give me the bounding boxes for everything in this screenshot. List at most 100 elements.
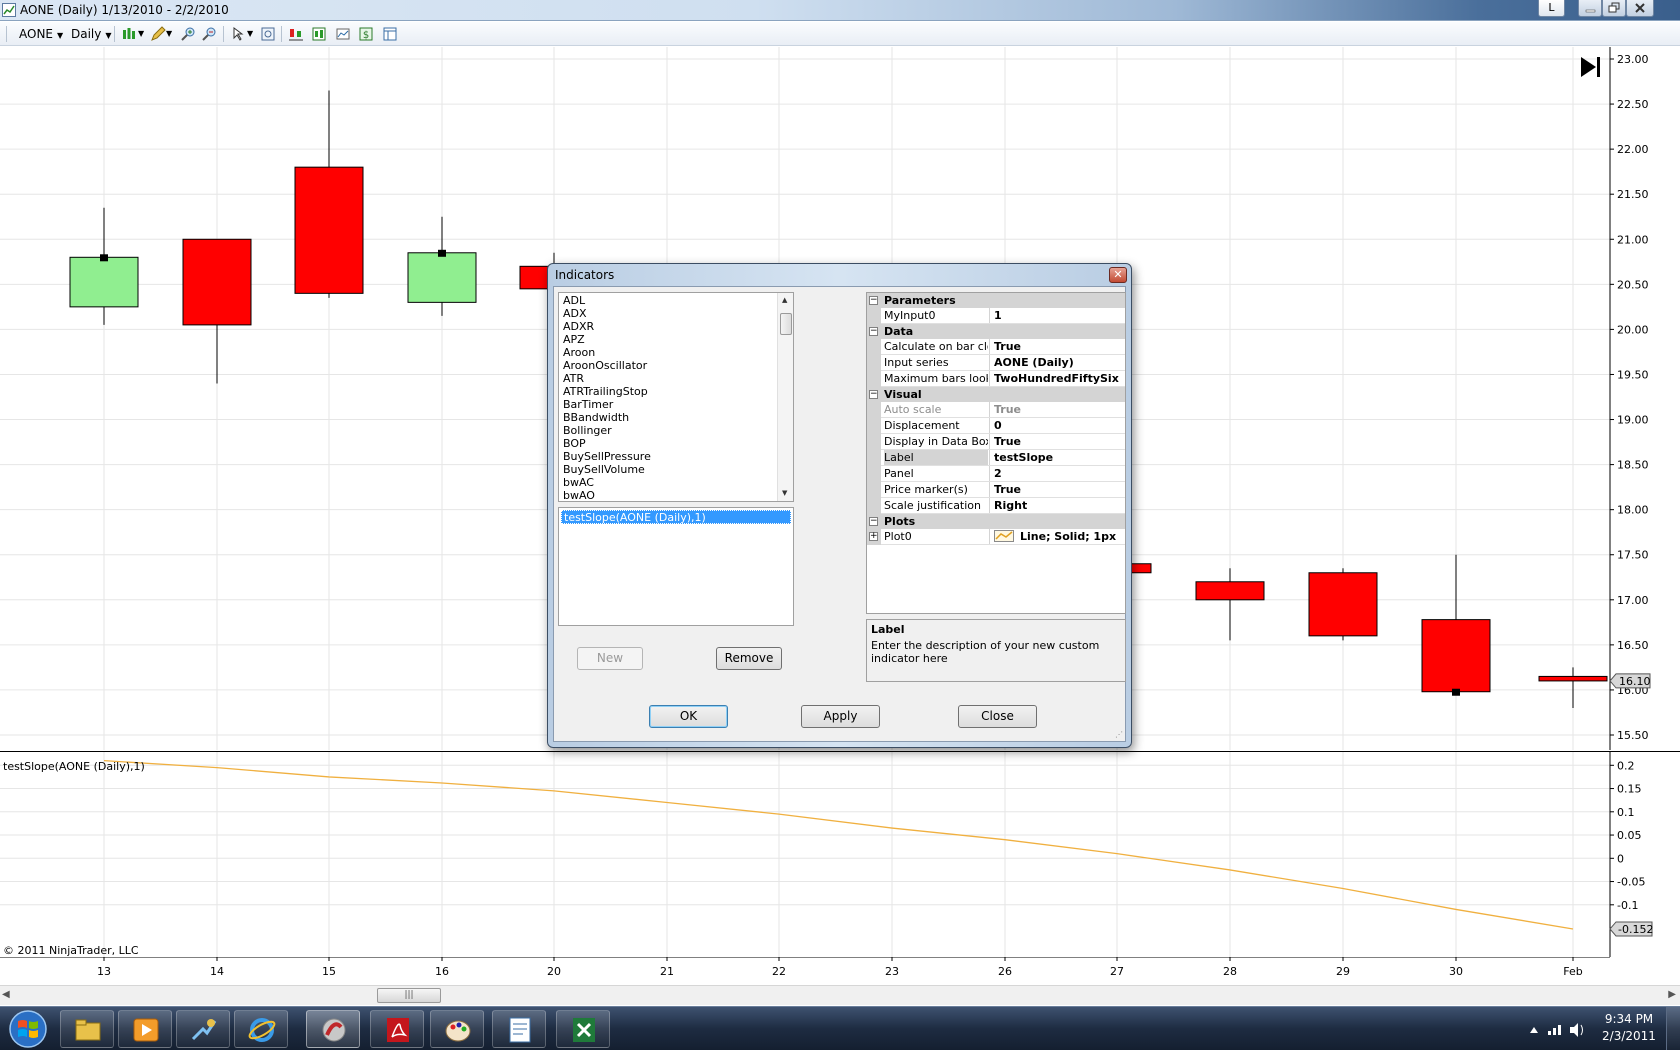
list-item[interactable]: Aroon — [563, 346, 773, 359]
instrument-selector[interactable]: AONE ▼ — [19, 26, 63, 42]
scroll-left-arrow-icon[interactable]: ◀ — [2, 989, 10, 1000]
property-row[interactable]: Calculate on bar closeTrue — [867, 339, 1125, 355]
taskbar-clock[interactable]: 9:34 PM 2/3/2011 — [1594, 1011, 1664, 1045]
property-row[interactable]: Scale justification Right — [867, 498, 1125, 514]
property-value[interactable]: 0 — [989, 418, 1125, 433]
property-value[interactable]: 2 — [989, 466, 1125, 481]
taskbar-internet-explorer[interactable] — [234, 1010, 288, 1048]
property-row[interactable]: Panel 2 — [867, 466, 1125, 482]
list-item[interactable]: BuySellPressure — [563, 450, 773, 463]
data-box-icon[interactable] — [335, 26, 351, 42]
property-value[interactable]: testSlope — [989, 450, 1125, 465]
properties-icon[interactable] — [260, 26, 276, 42]
property-value[interactable]: True — [989, 339, 1125, 354]
category-parameters[interactable]: − Parameters — [867, 293, 1125, 308]
new-button[interactable]: New — [577, 647, 643, 670]
property-row[interactable]: + Plot0 Line; Solid; 1px — [867, 529, 1125, 545]
dialog-close-button[interactable]: ✕ — [1109, 267, 1127, 283]
collapse-icon[interactable]: − — [869, 517, 878, 526]
scrollbar-thumb[interactable] — [780, 313, 792, 335]
list-item[interactable]: BBandwidth — [563, 411, 773, 424]
chevron-down-icon[interactable]: ▼ — [166, 26, 172, 42]
strategies-icon[interactable] — [311, 26, 327, 42]
time-axis[interactable]: 13 14 15 16 20 21 22 23 26 27 28 29 30 Feb — [0, 956, 1680, 985]
list-item[interactable]: Bollinger — [563, 424, 773, 437]
list-item[interactable]: ATRTrailingStop — [563, 385, 773, 398]
applied-indicator-item[interactable]: testSlope(AONE (Daily),1) — [561, 510, 791, 524]
taskbar-acrobat[interactable] — [370, 1010, 424, 1048]
taskbar-connect[interactable] — [176, 1010, 230, 1048]
available-indicators-list[interactable]: ADL ADX ADXR APZ Aroon AroonOscillator A… — [558, 292, 794, 502]
list-item[interactable]: ATR — [563, 372, 773, 385]
scroll-down-arrow-icon[interactable]: ▼ — [782, 489, 787, 497]
close-button[interactable]: Close — [958, 705, 1037, 728]
chart-style-icon[interactable] — [121, 26, 137, 42]
property-value[interactable]: True — [989, 434, 1125, 449]
taskbar-media-player[interactable] — [118, 1010, 172, 1048]
property-value[interactable]: TwoHundredFiftySix — [989, 371, 1125, 386]
property-value[interactable]: True — [989, 482, 1125, 497]
scrollbar-thumb[interactable]: ||| — [377, 988, 441, 1003]
property-value[interactable]: Line; Solid; 1px — [989, 529, 1125, 544]
collapse-icon[interactable]: − — [869, 296, 878, 305]
property-value[interactable]: Right — [989, 498, 1125, 513]
list-item[interactable]: bwAC — [563, 476, 773, 489]
jump-to-end-icon[interactable] — [1581, 57, 1600, 77]
list-item[interactable]: BOP — [563, 437, 773, 450]
indicators-icon[interactable] — [288, 26, 304, 42]
window-close-button[interactable] — [1626, 0, 1654, 17]
list-item[interactable]: ADXR — [563, 320, 773, 333]
chart-horizontal-scrollbar[interactable]: ◀ ||| ▶ — [0, 985, 1680, 1005]
zoom-in-icon[interactable] — [180, 26, 196, 42]
crosshair-icon[interactable] — [230, 26, 246, 42]
taskbar-file-explorer[interactable] — [60, 1010, 114, 1048]
list-item[interactable]: APZ — [563, 333, 773, 346]
property-row-selected[interactable]: Label testSlope — [867, 450, 1125, 466]
list-scrollbar[interactable]: ▲ ▼ — [777, 293, 793, 501]
scroll-up-arrow-icon[interactable]: ▲ — [782, 296, 787, 304]
show-desktop-button[interactable] — [1666, 1007, 1680, 1050]
list-item[interactable]: bwAO — [563, 489, 773, 502]
zoom-out-icon[interactable] — [201, 26, 217, 42]
list-item[interactable]: BarTimer — [563, 398, 773, 411]
property-row[interactable]: Display in Data Box True — [867, 434, 1125, 450]
indicator-panel[interactable]: 0.2 0.15 0.1 0.05 0 -0.05 -0.1 -0.152 testSlope(… — [0, 751, 1680, 957]
chevron-down-icon[interactable]: ▼ — [247, 26, 253, 42]
property-row[interactable]: Auto scale True — [867, 402, 1125, 418]
list-item[interactable]: AroonOscillator — [563, 359, 773, 372]
list-item[interactable]: ADX — [563, 307, 773, 320]
list-item[interactable]: BuySellVolume — [563, 463, 773, 476]
chevron-down-icon[interactable]: ▼ — [138, 26, 144, 42]
collapse-icon[interactable]: − — [869, 327, 878, 336]
scroll-right-arrow-icon[interactable]: ▶ — [1668, 989, 1676, 1000]
property-row[interactable]: Input series AONE (Daily) — [867, 355, 1125, 371]
interval-selector[interactable]: Daily ▼ — [71, 26, 112, 42]
apply-button[interactable]: Apply — [801, 705, 880, 728]
property-row[interactable]: Displacement 0 — [867, 418, 1125, 434]
minimize-button[interactable] — [1578, 0, 1602, 17]
list-item[interactable]: ADL — [563, 294, 773, 307]
layout-icon[interactable] — [382, 26, 398, 42]
dialog-title-bar[interactable]: Indicators ✕ — [548, 264, 1131, 286]
property-row[interactable]: MyInput0 1 — [867, 308, 1125, 324]
property-row[interactable]: Price marker(s) True — [867, 482, 1125, 498]
indicator-chart[interactable]: 0.2 0.15 0.1 0.05 0 -0.05 -0.1 -0.152 testSlope(… — [0, 752, 1680, 957]
taskbar-document[interactable] — [492, 1010, 546, 1048]
category-data[interactable]: − Data — [867, 324, 1125, 339]
taskbar-ninjatrader[interactable] — [306, 1010, 360, 1048]
remove-button[interactable]: Remove — [716, 647, 782, 670]
taskbar-excel[interactable] — [556, 1010, 610, 1048]
taskbar-paint[interactable] — [430, 1010, 484, 1048]
property-value[interactable]: 1 — [989, 308, 1125, 323]
restore-button[interactable] — [1602, 0, 1626, 17]
window-title-bar[interactable]: AONE (Daily) 1/13/2010 - 2/2/2010 L — [0, 0, 1680, 21]
windows-start-button[interactable] — [2, 1009, 54, 1049]
link-button[interactable]: L — [1538, 0, 1565, 17]
ok-button[interactable]: OK — [649, 705, 728, 728]
property-grid[interactable]: − Parameters MyInput0 1 − Data Calculate on… — [866, 292, 1126, 614]
resize-grip-icon[interactable]: ⋰ — [1115, 730, 1123, 739]
property-value[interactable]: True — [989, 402, 1125, 417]
category-plots[interactable]: − Plots — [867, 514, 1125, 529]
collapse-icon[interactable]: − — [869, 390, 878, 399]
applied-indicators-list[interactable]: testSlope(AONE (Daily),1) — [558, 507, 794, 626]
